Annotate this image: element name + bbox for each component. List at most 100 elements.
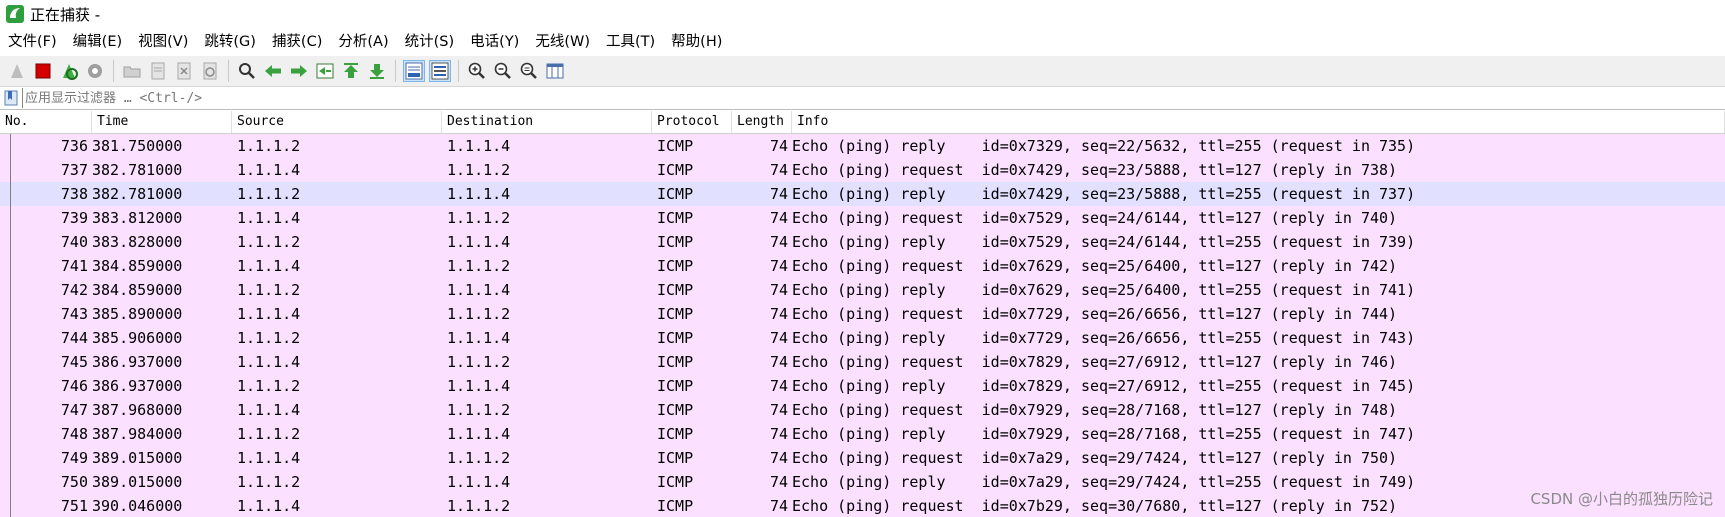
go-first-icon: [344, 63, 358, 78]
table-row[interactable]: 751 390.046000 1.1.1.4 1.1.1.2 ICMP 74 Echo (p…: [0, 494, 1725, 517]
toolbar-separator: [228, 60, 229, 82]
display-filter-input[interactable]: [22, 88, 1725, 108]
capture-options-button[interactable]: [84, 60, 106, 82]
restart-capture-icon: [63, 64, 78, 80]
go-last-button[interactable]: [366, 60, 388, 82]
colorize-button[interactable]: [429, 60, 451, 82]
packet-number: 747: [0, 398, 92, 422]
table-row[interactable]: 743 385.890000 1.1.1.4 1.1.1.2 ICMP 74 Echo (p…: [0, 302, 1725, 326]
packet-destination: 1.1.1.2: [447, 257, 511, 275]
packet-number: 741: [0, 254, 92, 278]
packet-destination: 1.1.1.2: [447, 497, 511, 515]
column-header-source[interactable]: Source: [232, 111, 442, 133]
menu-item[interactable]: 无线(W): [527, 29, 598, 55]
table-row[interactable]: 750 389.015000 1.1.1.2 1.1.1.4 ICMP 74 Echo (p…: [0, 470, 1725, 494]
packet-list-header: No. Time Source Destination Protocol Length In…: [0, 111, 1725, 134]
table-row[interactable]: 738 382.781000 1.1.1.2 1.1.1.4 ICMP 74 Echo (p…: [0, 182, 1725, 206]
packet-number-text: 744: [60, 329, 88, 347]
menu-item[interactable]: 捕获(C): [264, 29, 330, 55]
table-row[interactable]: 746 386.937000 1.1.1.2 1.1.1.4 ICMP 74 Echo (p…: [0, 374, 1725, 398]
packet-source: 1.1.1.4: [237, 449, 301, 467]
packet-protocol: ICMP: [657, 233, 694, 251]
menu-item[interactable]: 分析(A): [330, 29, 396, 55]
go-to-packet-button[interactable]: [314, 60, 336, 82]
menu-item[interactable]: 视图(V): [130, 29, 196, 55]
menu-item[interactable]: 文件(F): [0, 29, 65, 55]
related-packet-line: [10, 158, 11, 182]
find-packet-button[interactable]: [236, 60, 258, 82]
table-row[interactable]: 744 385.906000 1.1.1.2 1.1.1.4 ICMP 74 Echo (p…: [0, 326, 1725, 350]
packet-length: 74: [769, 425, 788, 443]
zoom-normal-button[interactable]: [518, 60, 540, 82]
go-forward-button[interactable]: [288, 60, 310, 82]
packet-number-text: 739: [60, 209, 88, 227]
related-packet-line: [10, 278, 11, 302]
menu-item[interactable]: 帮助(H): [663, 29, 730, 55]
table-row[interactable]: 748 387.984000 1.1.1.2 1.1.1.4 ICMP 74 Echo (p…: [0, 422, 1725, 446]
go-first-button[interactable]: [340, 60, 362, 82]
related-packet-line: [10, 470, 11, 494]
table-row[interactable]: 737 382.781000 1.1.1.4 1.1.1.2 ICMP 74 Echo (p…: [0, 158, 1725, 182]
capture-options-icon: [88, 64, 102, 78]
table-row[interactable]: 736 381.750000 1.1.1.2 1.1.1.4 ICMP 74 Echo (p…: [0, 134, 1725, 158]
reload-file-button[interactable]: [199, 60, 221, 82]
packet-number-text: 736: [60, 137, 88, 155]
save-file-button[interactable]: [147, 60, 169, 82]
packet-number-text: 748: [60, 425, 88, 443]
resize-columns-button[interactable]: [544, 60, 566, 82]
menu-item[interactable]: 工具(T): [598, 29, 663, 55]
related-packet-line: [10, 374, 11, 398]
zoom-in-icon: [468, 62, 485, 79]
close-file-button[interactable]: [173, 60, 195, 82]
column-header-protocol[interactable]: Protocol: [652, 111, 732, 133]
packet-protocol: ICMP: [657, 305, 694, 323]
packet-protocol: ICMP: [657, 353, 694, 371]
packet-list[interactable]: No. Time Source Destination Protocol Length In…: [0, 111, 1725, 517]
auto-scroll-button[interactable]: [403, 60, 425, 82]
restart-capture-button[interactable]: [58, 60, 80, 82]
packet-source: 1.1.1.2: [237, 185, 301, 203]
table-row[interactable]: 739 383.812000 1.1.1.4 1.1.1.2 ICMP 74 Echo (p…: [0, 206, 1725, 230]
column-header-no[interactable]: No.: [0, 111, 92, 133]
packet-info: Echo (ping) request id=0x7429, seq=23/58…: [792, 161, 1398, 179]
menu-item[interactable]: 电话(Y): [462, 29, 527, 55]
auto-scroll-icon: [405, 62, 423, 80]
table-row[interactable]: 747 387.968000 1.1.1.4 1.1.1.2 ICMP 74 Echo (p…: [0, 398, 1725, 422]
table-row[interactable]: 745 386.937000 1.1.1.4 1.1.1.2 ICMP 74 Echo (p…: [0, 350, 1725, 374]
stop-capture-button[interactable]: [32, 60, 54, 82]
start-capture-button[interactable]: [6, 60, 28, 82]
menu-item[interactable]: 统计(S): [397, 29, 463, 55]
column-header-time[interactable]: Time: [92, 111, 232, 133]
column-header-length[interactable]: Length: [732, 111, 792, 133]
table-row[interactable]: 740 383.828000 1.1.1.2 1.1.1.4 ICMP 74 Echo (p…: [0, 230, 1725, 254]
packet-source: 1.1.1.2: [237, 473, 301, 491]
packet-number-text: 749: [60, 449, 88, 467]
packet-destination: 1.1.1.2: [447, 401, 511, 419]
filter-bookmark-icon[interactable]: [4, 90, 18, 106]
packet-number-text: 745: [60, 353, 88, 371]
packet-number-text: 738: [60, 185, 88, 203]
packet-number: 748: [0, 422, 92, 446]
packet-source: 1.1.1.4: [237, 161, 301, 179]
packet-time: 389.015000: [92, 449, 183, 467]
toolbar-separator: [458, 60, 459, 82]
column-header-destination[interactable]: Destination: [442, 111, 652, 133]
column-header-info[interactable]: Info: [792, 111, 1725, 133]
packet-destination: 1.1.1.2: [447, 161, 511, 179]
open-file-icon: [123, 66, 141, 78]
menu-item[interactable]: 编辑(E): [65, 29, 130, 55]
toolbar-separator: [395, 60, 396, 82]
menu-item[interactable]: 跳转(G): [196, 29, 264, 55]
packet-number-text: 740: [60, 233, 88, 251]
packet-length: 74: [769, 281, 788, 299]
table-row[interactable]: 749 389.015000 1.1.1.4 1.1.1.2 ICMP 74 Echo (p…: [0, 446, 1725, 470]
table-row[interactable]: 742 384.859000 1.1.1.2 1.1.1.4 ICMP 74 Echo (p…: [0, 278, 1725, 302]
table-row[interactable]: 741 384.859000 1.1.1.4 1.1.1.2 ICMP 74 Echo (p…: [0, 254, 1725, 278]
open-file-button[interactable]: [121, 60, 143, 82]
zoom-out-icon: [494, 62, 511, 79]
zoom-in-button[interactable]: [466, 60, 488, 82]
zoom-out-button[interactable]: [492, 60, 514, 82]
packet-number: 738: [0, 182, 92, 206]
go-back-button[interactable]: [262, 60, 284, 82]
packet-protocol: ICMP: [657, 281, 694, 299]
